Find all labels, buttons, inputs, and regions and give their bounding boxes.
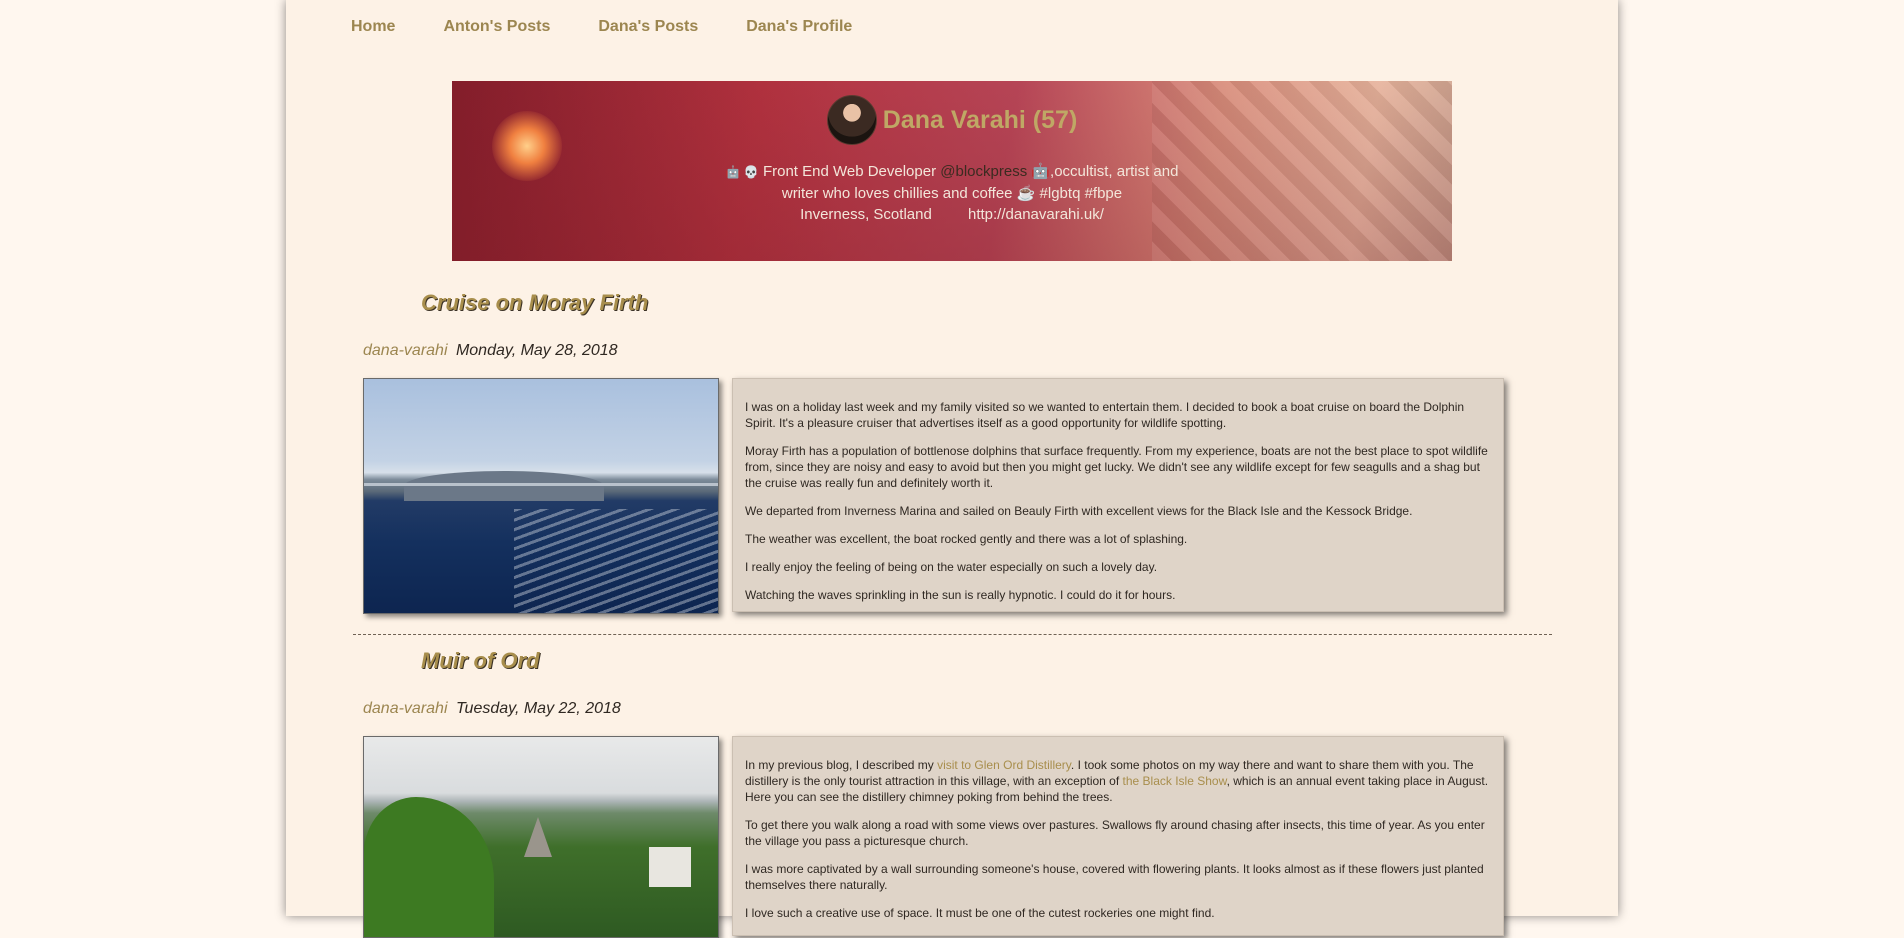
post-date: Monday, May 28, 2018 xyxy=(455,342,618,359)
profile-website-link[interactable]: http://danavarahi.uk/ xyxy=(968,206,1104,223)
page-container: Home Anton's Posts Dana's Posts Dana's P… xyxy=(286,0,1618,938)
profile-location: Inverness, Scotland xyxy=(800,206,932,223)
post-divider xyxy=(353,634,1552,635)
bio-prefix: Front End Web Developer xyxy=(762,163,937,180)
glen-ord-distillery-link[interactable]: visit to Glen Ord Distillery xyxy=(937,758,1071,772)
profile-bio: 🤖 💀 Front End Web Developer @blockpress … xyxy=(722,161,1182,225)
post-body: I was on a holiday last week and my fami… xyxy=(732,378,1504,612)
photo-hill xyxy=(404,471,604,501)
post-author-link[interactable]: dana-varahi xyxy=(363,342,448,359)
post-meta: dana-varahi Monday, May 28, 2018 xyxy=(363,342,618,360)
post-paragraph: I love such a creative use of space. It … xyxy=(745,906,1215,920)
nav-antons-posts[interactable]: Anton's Posts xyxy=(443,18,550,36)
nav-danas-posts[interactable]: Dana's Posts xyxy=(598,18,698,36)
post-body: In my previous blog, I described my visi… xyxy=(732,736,1504,936)
photo-tree xyxy=(364,797,494,937)
nav-danas-profile[interactable]: Dana's Profile xyxy=(746,18,852,36)
post-author-link[interactable]: dana-varahi xyxy=(363,700,448,717)
nav-home[interactable]: Home xyxy=(351,18,395,36)
post-paragraph: In my previous blog, I described my visi… xyxy=(745,757,1491,805)
black-isle-show-link[interactable]: the Black Isle Show xyxy=(1123,774,1227,788)
profile-name[interactable]: Dana Varahi (57) xyxy=(883,106,1078,135)
post-title[interactable]: Cruise on Moray Firth xyxy=(421,290,648,316)
post-date: Tuesday, May 22, 2018 xyxy=(455,700,621,717)
bio-handle-link[interactable]: @blockpress xyxy=(940,163,1027,180)
post-paragraph: I was more captivated by a wall surround… xyxy=(745,862,1484,892)
main-nav: Home Anton's Posts Dana's Posts Dana's P… xyxy=(351,18,900,36)
post-paragraph: To get there you walk along a road with … xyxy=(745,818,1485,848)
paragraph-text: In my previous blog, I described my xyxy=(745,758,938,772)
post-title[interactable]: Muir of Ord xyxy=(421,648,540,674)
post-paragraph: I was on a holiday last week and my fami… xyxy=(745,400,1465,430)
profile-header: Dana Varahi (57) xyxy=(452,95,1452,145)
post-paragraph: I really enjoy the feeling of being on t… xyxy=(745,560,1158,574)
post-paragraph: The weather was excellent, the boat rock… xyxy=(745,532,1188,546)
photo-sparkling-water xyxy=(514,509,718,613)
photo-bridge xyxy=(364,483,718,486)
post-photo-muir-of-ord[interactable] xyxy=(363,736,719,938)
robot-skull-icons: 🤖 💀 xyxy=(725,165,759,179)
photo-house xyxy=(649,847,691,887)
profile-banner: Dana Varahi (57) 🤖 💀 Front End Web Devel… xyxy=(452,81,1452,261)
post-meta: dana-varahi Tuesday, May 22, 2018 xyxy=(363,700,621,718)
post-photo-moray-firth[interactable] xyxy=(363,378,719,614)
post-paragraph: Watching the waves sprinkling in the sun… xyxy=(745,588,1176,602)
avatar[interactable] xyxy=(826,95,877,145)
post-paragraph: We departed from Inverness Marina and sa… xyxy=(745,504,1413,518)
photo-stone-monument xyxy=(524,817,552,857)
post-paragraph: Moray Firth has a population of bottleno… xyxy=(745,444,1488,490)
